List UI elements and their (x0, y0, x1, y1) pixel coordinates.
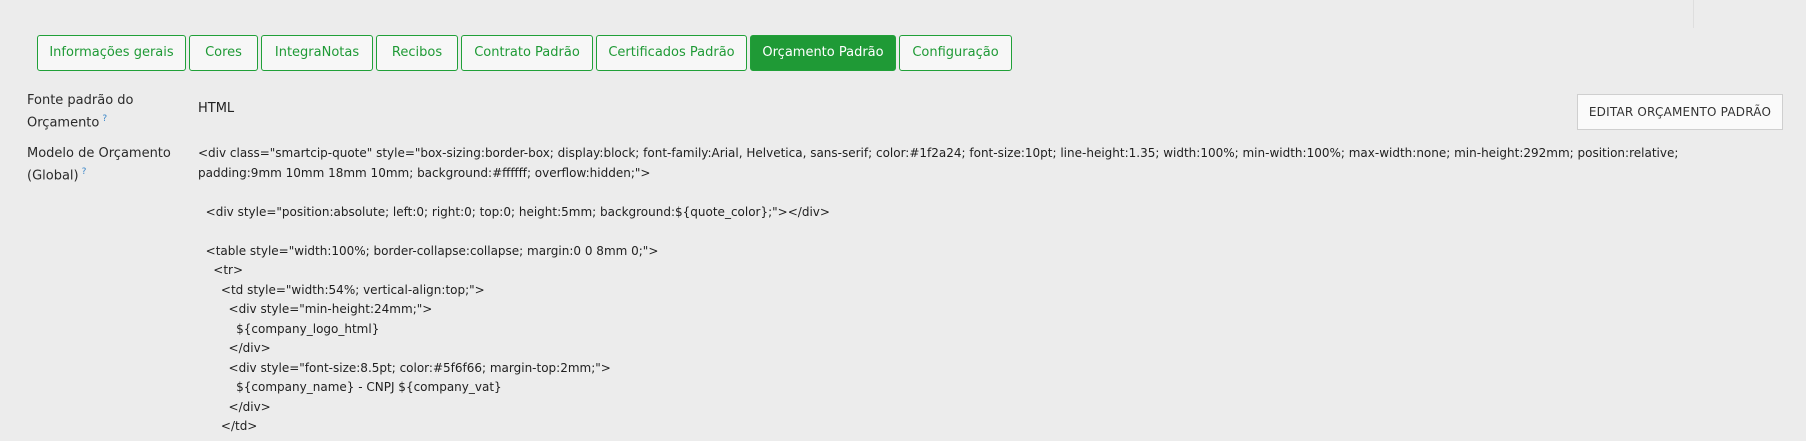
font-label-text: Orçamento (27, 115, 100, 131)
font-label-line1: Fonte padrão do (27, 93, 134, 108)
template-label-line1: Modelo de Orçamento (27, 146, 171, 161)
font-value: HTML (198, 101, 235, 116)
template-help-icon[interactable]: ? (82, 167, 87, 177)
template-label-line2: (Global)? (27, 163, 177, 185)
tab-orcamento-padrao[interactable]: Orçamento Padrão (750, 35, 896, 71)
font-help-icon[interactable]: ? (102, 114, 107, 124)
tab-cores[interactable]: Cores (189, 35, 258, 71)
template-label-text: (Global) (27, 168, 79, 184)
font-label-line2: Orçamento? (27, 110, 177, 132)
tab-integranotas[interactable]: IntegraNotas (261, 35, 373, 71)
tab-recibos[interactable]: Recibos (376, 35, 458, 71)
template-code-preview: <div class="smartcip-quote" style="box-s… (198, 146, 1679, 433)
top-divider (1693, 0, 1694, 28)
edit-default-quote-button[interactable]: EDITAR ORÇAMENTO PADRÃO (1577, 94, 1783, 130)
template-label: Modelo de Orçamento (Global)? (27, 144, 177, 185)
tab-certificados-padrao[interactable]: Certificados Padrão (596, 35, 747, 71)
settings-tabs: Informações gerais Cores IntegraNotas Re… (37, 35, 1012, 73)
tab-informacoes-gerais[interactable]: Informações gerais (37, 35, 186, 71)
font-label: Fonte padrão do Orçamento? (27, 91, 177, 132)
tab-contrato-padrao[interactable]: Contrato Padrão (461, 35, 593, 71)
tab-configuracao[interactable]: Configuração (899, 35, 1012, 71)
